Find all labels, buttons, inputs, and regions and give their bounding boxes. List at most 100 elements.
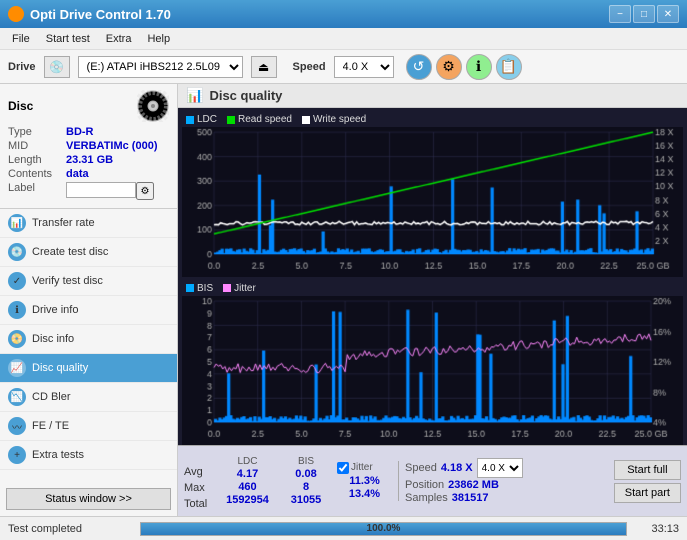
- disc-contents-row: Contents data: [8, 168, 169, 180]
- sidebar-item-verify-test-disc[interactable]: ✓ Verify test disc: [0, 267, 177, 296]
- sidebar-item-drive-info[interactable]: ℹ Drive info: [0, 296, 177, 325]
- speed-label: Speed: [293, 61, 326, 73]
- disc-contents-value: data: [66, 168, 89, 180]
- verify-test-disc-icon: ✓: [8, 272, 26, 290]
- speed-stat-label: Speed: [405, 462, 437, 474]
- bis-legend-dot: [186, 284, 194, 292]
- app-icon: [8, 6, 24, 22]
- sidebar-item-extra-tests[interactable]: + Extra tests: [0, 441, 177, 470]
- extra-tests-icon: +: [8, 446, 26, 464]
- bis-avg: 0.08: [281, 468, 331, 480]
- cd-bler-icon: 📉: [8, 388, 26, 406]
- drive-refresh-button[interactable]: ↺: [406, 54, 432, 80]
- transfer-rate-icon: 📊: [8, 214, 26, 232]
- chart1-container: LDC Read speed Write speed: [182, 112, 683, 277]
- jitter-header: Jitter: [337, 462, 392, 474]
- bis-max: 8: [281, 481, 331, 493]
- jitter-max: 13.4%: [337, 488, 392, 500]
- bis-legend-label: BIS: [197, 283, 213, 294]
- charts-area: LDC Read speed Write speed: [178, 108, 687, 445]
- disc-label-input[interactable]: [66, 182, 136, 198]
- write-speed-legend: Write speed: [302, 114, 366, 125]
- chart2-canvas: [182, 296, 683, 446]
- chart1-legend: LDC Read speed Write speed: [182, 112, 683, 127]
- max-label: Max: [184, 482, 214, 497]
- start-part-button[interactable]: Start part: [614, 483, 681, 503]
- drive-info-nav-icon: ℹ: [8, 301, 26, 319]
- disc-quality-header-icon: 📊: [186, 87, 203, 104]
- jitter-checkbox[interactable]: [337, 462, 349, 474]
- position-row: Position 23862 MB: [405, 479, 523, 491]
- sidebar: Disc Type BD-R MID VERBATIMc (000): [0, 84, 178, 516]
- elapsed-time: 33:13: [639, 523, 679, 535]
- speed-stats: Speed 4.18 X 4.0 X Position 23862 MB Sam…: [405, 458, 523, 504]
- maximize-button[interactable]: □: [633, 5, 655, 23]
- total-label: Total: [184, 498, 214, 513]
- disc-type-row: Type BD-R: [8, 126, 169, 138]
- stats-row-labels: Avg Max Total: [184, 449, 214, 513]
- close-button[interactable]: ✕: [657, 5, 679, 23]
- minimize-button[interactable]: −: [609, 5, 631, 23]
- disc-label-edit-button[interactable]: ⚙: [136, 182, 154, 200]
- ldc-max: 460: [220, 481, 275, 493]
- stats-row: Avg Max Total LDC 4.17 460 1592954 BIS 0…: [178, 445, 687, 516]
- disc-icon: [137, 90, 169, 122]
- disc-quality-icon: 📈: [8, 359, 26, 377]
- window-controls: − □ ✕: [609, 5, 679, 23]
- sidebar-item-create-test-disc[interactable]: 💿 Create test disc: [0, 238, 177, 267]
- status-bar: Test completed 100.0% 33:13: [0, 516, 687, 540]
- speed-stat-select[interactable]: 4.0 X: [477, 458, 523, 478]
- read-speed-legend-dot: [227, 116, 235, 124]
- speed-select[interactable]: 4.0 X: [334, 56, 394, 78]
- ldc-legend-dot: [186, 116, 194, 124]
- disc-info-panel: Disc Type BD-R MID VERBATIMc (000): [0, 84, 177, 209]
- sidebar-item-disc-quality[interactable]: 📈 Disc quality: [0, 354, 177, 383]
- bis-col-header: BIS: [281, 456, 331, 467]
- status-text: Test completed: [8, 523, 128, 535]
- ldc-legend-label: LDC: [197, 114, 217, 125]
- menu-file[interactable]: File: [4, 31, 38, 47]
- bis-legend: BIS: [186, 283, 213, 294]
- sidebar-item-cd-bler[interactable]: 📉 CD Bler: [0, 383, 177, 412]
- read-speed-legend-label: Read speed: [238, 114, 292, 125]
- drive-label: Drive: [8, 61, 36, 73]
- content-title: Disc quality: [209, 88, 282, 103]
- chart2-container: BIS Jitter: [182, 281, 683, 446]
- samples-row: Samples 381517: [405, 492, 523, 504]
- jitter-col-header: Jitter: [351, 462, 373, 473]
- samples-value: 381517: [452, 492, 489, 504]
- ldc-total: 1592954: [220, 494, 275, 506]
- sidebar-item-transfer-rate[interactable]: 📊 Transfer rate: [0, 209, 177, 238]
- jitter-stats: Jitter 11.3% 13.4%: [337, 462, 392, 501]
- chart1-canvas: [182, 127, 683, 277]
- start-full-button[interactable]: Start full: [614, 460, 681, 480]
- bis-stats: BIS 0.08 8 31055: [281, 456, 331, 506]
- drive-settings-button[interactable]: ⚙: [436, 54, 462, 80]
- disc-mid-value: VERBATIMc (000): [66, 140, 157, 152]
- menu-help[interactable]: Help: [139, 31, 178, 47]
- main-layout: Disc Type BD-R MID VERBATIMc (000): [0, 84, 687, 516]
- drive-extra-button[interactable]: 📋: [496, 54, 522, 80]
- ldc-legend: LDC: [186, 114, 217, 125]
- eject-button[interactable]: ⏏: [251, 56, 277, 78]
- nav-items: 📊 Transfer rate 💿 Create test disc ✓ Ver…: [0, 209, 177, 482]
- drive-select[interactable]: (E:) ATAPI iHBS212 2.5L09: [78, 56, 243, 78]
- menu-start-test[interactable]: Start test: [38, 31, 98, 47]
- drive-info-button[interactable]: ℹ: [466, 54, 492, 80]
- drive-action-icons: ↺ ⚙ ℹ 📋: [406, 54, 522, 80]
- sidebar-item-fe-te[interactable]: 〰 FE / TE: [0, 412, 177, 441]
- ldc-col-header: LDC: [220, 456, 275, 467]
- samples-label: Samples: [405, 492, 448, 504]
- drive-icon-button[interactable]: 💿: [44, 56, 70, 78]
- avg-label: Avg: [184, 466, 214, 481]
- jitter-legend-label: Jitter: [234, 283, 256, 294]
- menu-extra[interactable]: Extra: [98, 31, 140, 47]
- status-window-button[interactable]: Status window >>: [6, 488, 171, 510]
- disc-length-row: Length 23.31 GB: [8, 154, 169, 166]
- speed-stat-value: 4.18 X: [441, 462, 473, 474]
- write-speed-legend-dot: [302, 116, 310, 124]
- disc-panel-title: Disc: [8, 99, 33, 113]
- speed-row: Speed 4.18 X 4.0 X: [405, 458, 523, 478]
- disc-label-row: Label ⚙: [8, 182, 169, 200]
- sidebar-item-disc-info[interactable]: 📀 Disc info: [0, 325, 177, 354]
